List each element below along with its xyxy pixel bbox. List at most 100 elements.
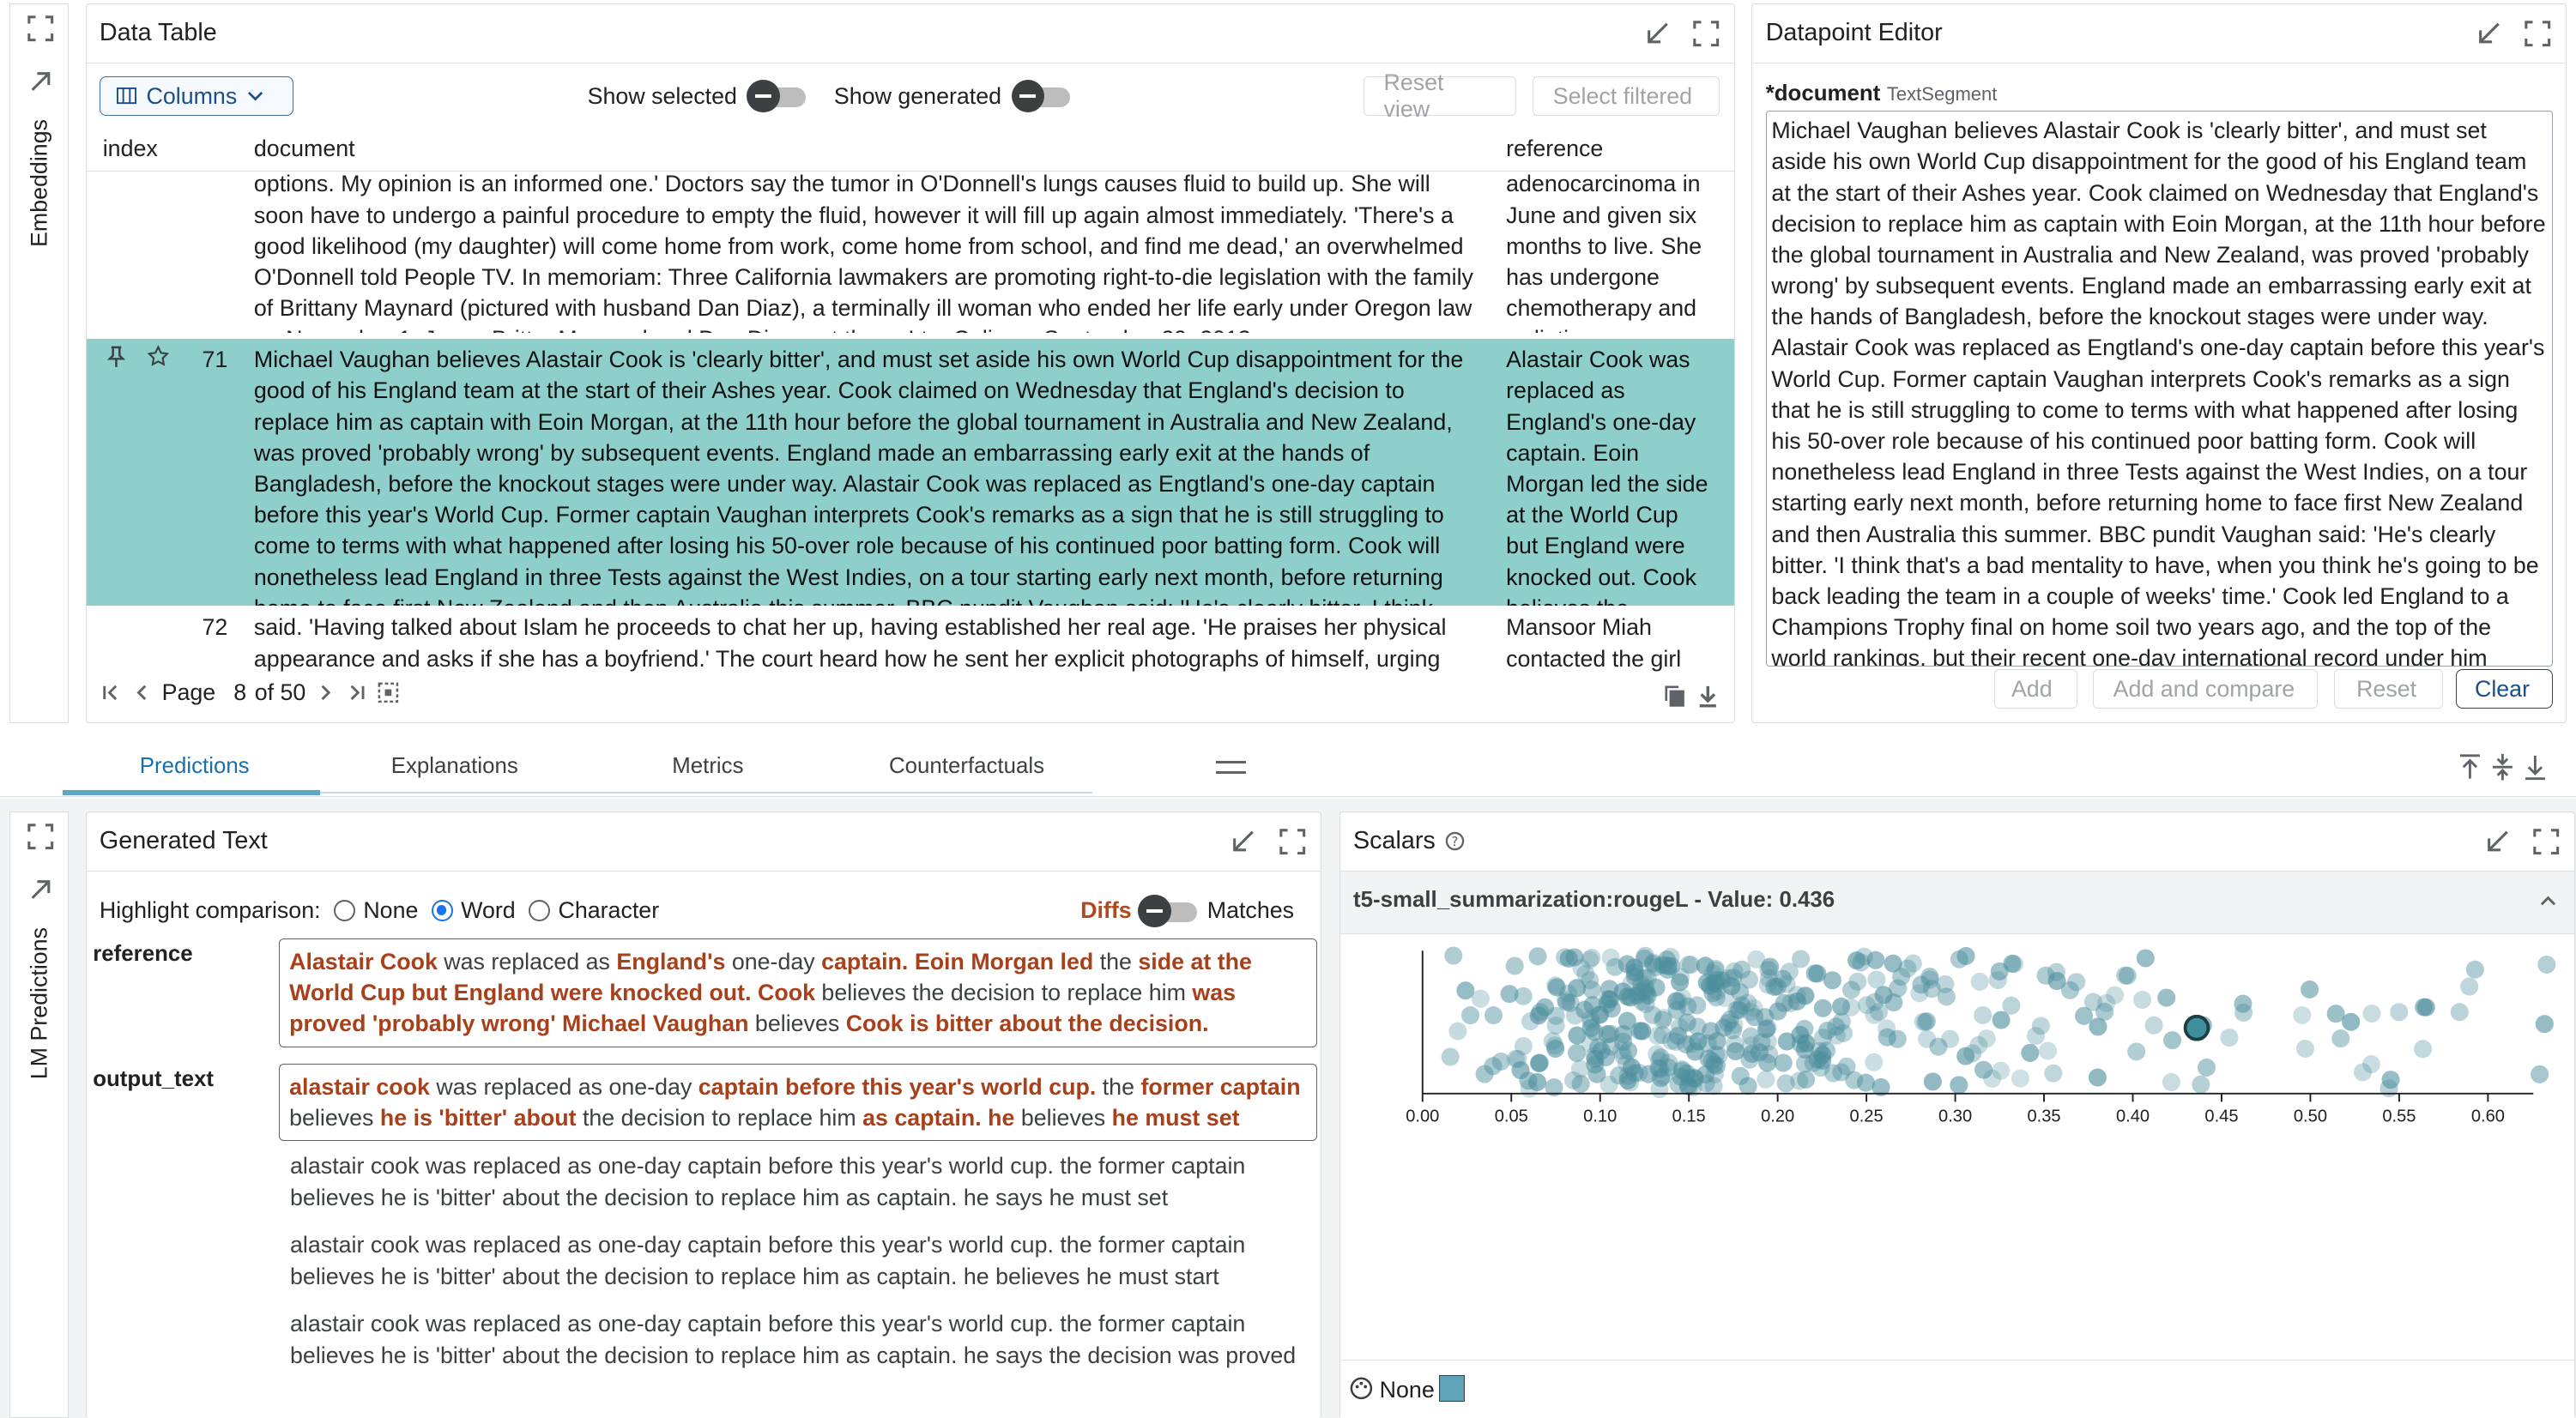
minimize-icon[interactable] (1642, 19, 1672, 48)
clear-button[interactable]: Clear (2455, 669, 2553, 709)
show-generated-toggle[interactable]: Show generated (834, 79, 1074, 113)
scatter-point[interactable] (1992, 1011, 2011, 1029)
scatter-point[interactable] (1869, 1002, 1888, 1021)
pin-icon[interactable] (106, 346, 126, 369)
radio-word[interactable] (431, 900, 453, 922)
scatter-point[interactable] (1884, 954, 1902, 973)
next-page-icon[interactable] (314, 681, 337, 704)
scatter-point[interactable] (2535, 1014, 2554, 1033)
scatter-point[interactable] (1950, 1075, 1968, 1095)
scatter-point[interactable] (1795, 987, 1814, 1005)
radio-character[interactable] (529, 900, 550, 922)
scatter-point[interactable] (1789, 1071, 1808, 1090)
scatter-point[interactable] (1991, 1061, 2010, 1080)
scatter-point[interactable] (1705, 1065, 1724, 1083)
select-page-icon[interactable] (377, 681, 400, 704)
minimize-icon[interactable] (2474, 19, 2503, 48)
scatter-point[interactable] (2038, 1041, 2057, 1060)
scatter-point[interactable] (1528, 946, 1547, 965)
scatter-point[interactable] (1823, 970, 1841, 989)
scatter-point[interactable] (1702, 1022, 1720, 1041)
scatter-point[interactable] (1920, 970, 1939, 989)
scatter-point[interactable] (1654, 1066, 1672, 1085)
diffs-matches-toggle[interactable]: Diffs Matches (1080, 893, 1294, 929)
download-icon[interactable] (1695, 683, 1721, 709)
scatter-point[interactable] (2083, 993, 2102, 1011)
show-generated-switch[interactable] (1011, 79, 1074, 113)
scatter-point[interactable] (1780, 962, 1799, 981)
scatter-point[interactable] (2234, 1003, 2252, 1022)
table-row-selected[interactable]: 71 Michael Vaughan believes Alastair Coo… (86, 339, 1735, 606)
scatter-point[interactable] (1632, 1022, 1652, 1041)
column-header-reference[interactable]: reference (1506, 136, 1603, 162)
scatter-point[interactable] (2362, 1004, 2381, 1023)
scatter-point[interactable] (1740, 1050, 1759, 1069)
tab-predictions[interactable]: Predictions (140, 754, 250, 779)
scatter-point[interactable] (1583, 995, 1602, 1014)
scatter-point[interactable] (2066, 972, 2085, 991)
scatter-point[interactable] (1950, 950, 1968, 968)
scatter-point[interactable] (1460, 1005, 1479, 1024)
star-icon[interactable] (146, 344, 171, 369)
diffs-switch[interactable] (1138, 894, 1200, 928)
scatter-point[interactable] (1519, 1071, 1538, 1089)
drag-handle-icon[interactable] (1216, 760, 1246, 774)
prev-page-icon[interactable] (130, 681, 154, 704)
scatter-point[interactable] (1758, 1032, 1777, 1051)
minimize-icon[interactable] (1228, 827, 1257, 856)
scatter-point[interactable] (2005, 954, 2023, 973)
scatter-point[interactable] (2331, 1029, 2350, 1047)
fullscreen-icon[interactable] (2523, 19, 2552, 48)
scatter-point[interactable] (1923, 1071, 1942, 1091)
scatter-point[interactable] (1732, 960, 1751, 979)
scatter-point[interactable] (1813, 999, 1832, 1017)
scatter-point[interactable] (1864, 1053, 1884, 1071)
scatter-point[interactable] (1988, 970, 2007, 989)
scatter-point[interactable] (1582, 948, 1601, 967)
scatter-point[interactable] (2132, 990, 2151, 1009)
scatter-point[interactable] (1940, 1029, 1959, 1048)
scatter-point[interactable] (1443, 946, 1463, 965)
scatter-point[interactable] (1973, 1005, 1992, 1024)
maximize-icon[interactable] (26, 822, 55, 851)
columns-button[interactable]: Columns (99, 76, 293, 117)
scatter-point[interactable] (1661, 947, 1680, 966)
scatter-point[interactable] (1671, 967, 1690, 986)
show-selected-toggle[interactable]: Show selected (588, 79, 810, 113)
scatter-point[interactable] (1672, 1061, 1691, 1080)
scatter-point[interactable] (1599, 979, 1618, 998)
help-icon[interactable]: ? (1445, 831, 1465, 851)
scatter-point[interactable] (2105, 986, 2124, 1005)
scatter-point[interactable] (1618, 1011, 1636, 1030)
scatter-point[interactable] (1672, 988, 1691, 1007)
scatter-point[interactable] (1530, 1053, 1549, 1072)
scatter-point[interactable] (1738, 1077, 1757, 1095)
lm-predictions-label[interactable]: LM Predictions (26, 927, 52, 1079)
reset-button[interactable]: Reset (2334, 669, 2443, 709)
tab-explanations[interactable]: Explanations (391, 754, 518, 779)
scatter-point[interactable] (1484, 1005, 1503, 1024)
scatter-point[interactable] (2450, 1002, 2469, 1021)
scatter-point[interactable] (2044, 1064, 2063, 1083)
scatter-point[interactable] (1514, 987, 1533, 1005)
reset-view-button[interactable]: Reset view (1363, 69, 1516, 122)
scatter-point[interactable] (2465, 960, 2484, 979)
scatter-point[interactable] (1456, 981, 1475, 999)
scatter-point[interactable] (1598, 1024, 1617, 1043)
scatter-point[interactable] (2537, 955, 2556, 974)
scatter-point[interactable] (1618, 955, 1636, 974)
scatter-point[interactable] (1617, 1053, 1636, 1072)
scatter-point[interactable] (1757, 1053, 1776, 1072)
scatter-point[interactable] (1903, 954, 1922, 973)
scatter-point[interactable] (1847, 972, 1866, 991)
copy-icon[interactable] (1662, 683, 1689, 709)
scatter-point[interactable] (1969, 1035, 1988, 1054)
scatter-point[interactable] (1484, 1056, 1503, 1075)
expand-arrow-icon[interactable] (26, 67, 55, 96)
scatter-point[interactable] (1867, 969, 1886, 989)
add-and-compare-button[interactable]: Add and compare (2092, 669, 2319, 709)
scatter-point[interactable] (2361, 1054, 2380, 1073)
scatter-point[interactable] (2416, 998, 2435, 1017)
tab-metrics[interactable]: Metrics (672, 754, 743, 779)
scatter-point[interactable] (2413, 1039, 2432, 1058)
